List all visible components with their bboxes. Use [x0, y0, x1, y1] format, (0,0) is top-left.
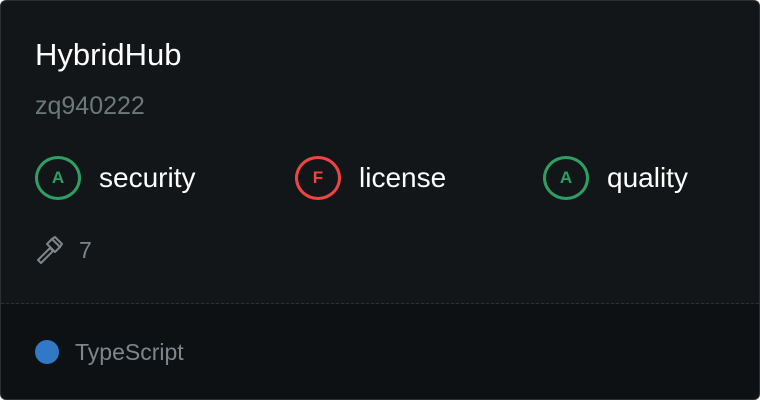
repo-owner[interactable]: zq940222 [35, 89, 145, 123]
quality-score: A quality [543, 156, 688, 200]
fork-count: 7 [79, 236, 92, 263]
fork-stat: 7 [35, 233, 92, 267]
license-score: F license [295, 156, 446, 200]
language-name: TypeScript [75, 338, 184, 365]
card-footer: TypeScript [1, 304, 759, 399]
repo-card[interactable]: HybridHub zq940222 A security F license … [0, 0, 760, 400]
security-label: security [99, 162, 196, 193]
repo-name[interactable]: HybridHub [35, 35, 181, 75]
language-color-dot [35, 340, 59, 364]
license-label: license [359, 162, 447, 193]
score-list: A security F license A quality [1, 156, 759, 200]
security-grade-badge: A [35, 156, 81, 200]
license-grade-badge: F [295, 156, 341, 200]
language-indicator: TypeScript [35, 339, 184, 365]
quality-label: quality [607, 162, 688, 193]
quality-grade-badge: A [543, 156, 589, 200]
security-score: A security [35, 156, 195, 200]
hammer-icon [37, 236, 63, 264]
